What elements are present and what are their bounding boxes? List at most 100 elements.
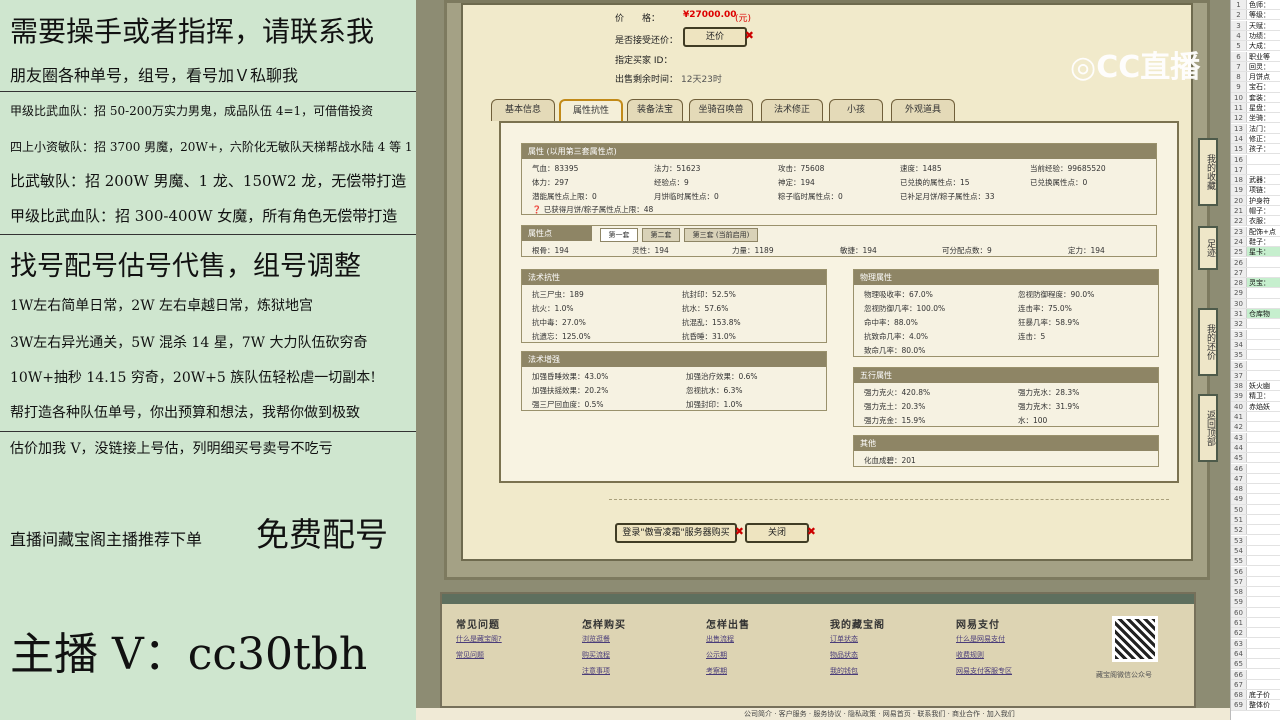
footer-link[interactable]: 我的钱包 <box>830 666 858 676</box>
close-button[interactable]: 关闭 ✖ <box>745 523 816 543</box>
sheet-row[interactable]: 45 <box>1231 453 1280 464</box>
sheet-row[interactable]: 62 <box>1231 628 1280 639</box>
sheet-row[interactable]: 2 等级： <box>1231 10 1280 21</box>
tab-equipment[interactable]: 装备法宝 <box>627 99 683 121</box>
footer-link[interactable]: 出售流程 <box>706 634 734 644</box>
sheet-row[interactable]: 24 鞋子： <box>1231 236 1280 248</box>
sheet-row[interactable]: 31 仓库物 <box>1231 309 1280 320</box>
tab-point-set-1[interactable]: 第一套 <box>600 228 638 242</box>
sheet-row[interactable]: 17 <box>1231 164 1280 175</box>
sheet-row[interactable]: 27 <box>1231 267 1280 278</box>
sheet-row[interactable]: 66 <box>1231 669 1280 680</box>
sheet-row[interactable]: 34 <box>1231 339 1280 351</box>
sheet-row[interactable]: 52 <box>1231 525 1280 536</box>
footer-link[interactable]: 什么是藏宝阁? <box>456 634 502 644</box>
sheet-row[interactable]: 69 整体价 <box>1231 700 1280 711</box>
footer-link[interactable]: 收费规则 <box>956 650 984 660</box>
sheet-row[interactable]: 36 <box>1231 360 1280 371</box>
sheet-row[interactable]: 28 灵宝： <box>1231 278 1280 289</box>
sheet-row[interactable]: 33 <box>1231 329 1280 340</box>
sheet-row[interactable]: 65 <box>1231 659 1280 670</box>
sheet-row[interactable]: 19 项链： <box>1231 185 1280 196</box>
sheet-row[interactable]: 21 帽子： <box>1231 206 1280 217</box>
login-to-buy-button[interactable]: 登录"傲雪凌霜"服务器购买 ✖ <box>615 523 744 543</box>
sheet-row[interactable]: 41 <box>1231 412 1280 423</box>
tab-spell-mod[interactable]: 法术修正 <box>761 99 823 121</box>
sheet-row[interactable]: 39 精卫： <box>1231 391 1280 402</box>
sheet-row[interactable]: 46 <box>1231 463 1280 474</box>
sheet-row[interactable]: 59 <box>1231 597 1280 608</box>
sheet-row[interactable]: 9 宝石： <box>1231 82 1280 93</box>
sheet-row[interactable]: 3 天赋： <box>1231 20 1280 31</box>
footprint-button[interactable]: 足迹 <box>1198 226 1218 270</box>
sheet-row[interactable]: 7 回灵： <box>1231 61 1280 72</box>
sheet-row[interactable]: 64 <box>1231 648 1280 660</box>
footer-link[interactable]: 注意事项 <box>582 666 610 676</box>
sheet-row[interactable]: 14 修正： <box>1231 133 1280 145</box>
sheet-row[interactable]: 55 <box>1231 556 1280 567</box>
sheet-row[interactable]: 20 护身符 <box>1231 195 1280 206</box>
sheet-row[interactable]: 26 <box>1231 257 1280 268</box>
sheet-row[interactable]: 29 <box>1231 288 1280 299</box>
tab-child[interactable]: 小孩 <box>829 99 883 121</box>
bargain-button[interactable]: 还价 ✖ <box>683 27 754 47</box>
sheet-row[interactable]: 25 星卡： <box>1231 247 1280 258</box>
footer-link[interactable]: 购买流程 <box>582 650 610 660</box>
sheet-row[interactable]: 4 功绩： <box>1231 30 1280 42</box>
tab-attributes[interactable]: 属性抗性 <box>559 99 623 121</box>
sheet-row[interactable]: 47 <box>1231 473 1280 484</box>
bottom-links-text[interactable]: 公司简介 · 客户服务 · 服务协议 · 隐私政策 · 网易首页 · 联系我们 … <box>416 710 1015 718</box>
sheet-row[interactable]: 12 坐骑： <box>1231 113 1280 124</box>
sheet-row[interactable]: 61 <box>1231 618 1280 629</box>
tab-basic-info[interactable]: 基本信息 <box>491 99 555 121</box>
sheet-row[interactable]: 68 底子价 <box>1231 690 1280 701</box>
sheet-row[interactable]: 1 色师： <box>1231 0 1280 11</box>
tab-mounts-pets[interactable]: 坐骑召唤兽 <box>689 99 753 121</box>
sheet-row[interactable]: 50 <box>1231 504 1280 515</box>
sheet-row[interactable]: 5 大成： <box>1231 41 1280 52</box>
sheet-row[interactable]: 15 孩子： <box>1231 144 1280 155</box>
tab-point-set-3[interactable]: 第三套 (当前启用) <box>684 228 758 242</box>
sheet-row[interactable]: 58 <box>1231 587 1280 598</box>
footer-link[interactable]: 公示期 <box>706 650 727 660</box>
sheet-row[interactable]: 32 <box>1231 319 1280 330</box>
tab-point-set-2[interactable]: 第二套 <box>642 228 680 242</box>
sheet-row[interactable]: 22 衣服： <box>1231 216 1280 227</box>
sheet-row[interactable]: 38 妖火幽 <box>1231 381 1280 392</box>
sheet-row[interactable]: 13 法门： <box>1231 123 1280 134</box>
tab-appearance[interactable]: 外观道具 <box>891 99 955 121</box>
sheet-row[interactable]: 8 月饼点 <box>1231 72 1280 83</box>
sheet-row[interactable]: 18 武器： <box>1231 175 1280 186</box>
footer-link[interactable]: 网易支付客服专区 <box>956 666 1012 676</box>
sheet-row[interactable]: 37 <box>1231 370 1280 381</box>
footer-link[interactable]: 什么是网易支付 <box>956 634 1005 644</box>
sheet-row[interactable]: 53 <box>1231 535 1280 546</box>
sheet-row[interactable]: 48 <box>1231 484 1280 495</box>
sheet-row[interactable]: 63 <box>1231 638 1280 649</box>
sheet-row[interactable]: 23 配饰+点 <box>1231 226 1280 237</box>
sheet-row[interactable]: 60 <box>1231 607 1280 618</box>
sheet-row[interactable]: 10 套装： <box>1231 92 1280 103</box>
sheet-row[interactable]: 30 <box>1231 298 1280 309</box>
sheet-row[interactable]: 43 <box>1231 432 1280 443</box>
sheet-row[interactable]: 54 <box>1231 545 1280 557</box>
my-bargains-button[interactable]: 我的还价 <box>1198 308 1218 376</box>
sheet-row[interactable]: 42 <box>1231 422 1280 433</box>
footer-link[interactable]: 订单状态 <box>830 634 858 644</box>
sheet-row[interactable]: 40 赤焰妖 <box>1231 401 1280 412</box>
footer-link[interactable]: 常见问题 <box>456 650 484 660</box>
sheet-row[interactable]: 51 <box>1231 515 1280 526</box>
footer-link[interactable]: 浏览逛餐 <box>582 634 610 644</box>
my-favorites-button[interactable]: 我的收藏 <box>1198 138 1218 206</box>
back-to-top-button[interactable]: 返回顶部 <box>1198 394 1218 462</box>
sheet-row[interactable]: 16 <box>1231 154 1280 165</box>
sheet-row[interactable]: 35 <box>1231 350 1280 361</box>
sheet-row[interactable]: 67 <box>1231 679 1280 690</box>
footer-link[interactable]: 物品状态 <box>830 650 858 660</box>
sheet-row[interactable]: 11 星盘： <box>1231 103 1280 114</box>
sheet-row[interactable]: 56 <box>1231 566 1280 577</box>
sheet-row[interactable]: 6 职业等 <box>1231 51 1280 62</box>
sheet-row[interactable]: 57 <box>1231 576 1280 587</box>
sheet-row[interactable]: 44 <box>1231 442 1280 454</box>
sheet-row[interactable]: 49 <box>1231 494 1280 505</box>
